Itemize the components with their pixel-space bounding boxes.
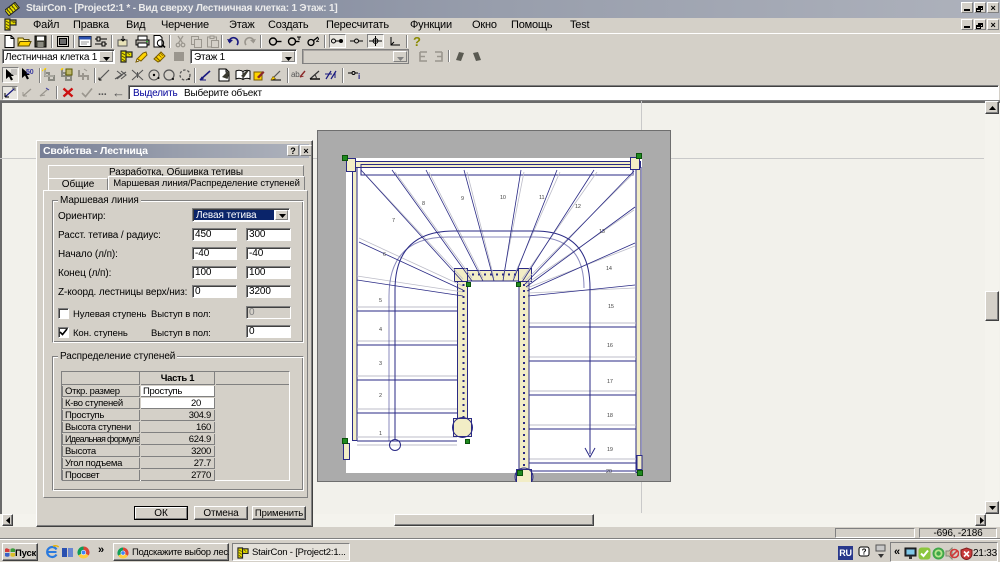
svg-text:2: 2: [379, 393, 382, 399]
svg-text:10: 10: [500, 195, 506, 201]
svg-text:18: 18: [607, 413, 613, 419]
svg-text:1: 1: [379, 431, 382, 437]
svg-text:13: 13: [599, 229, 605, 235]
svg-text:4: 4: [379, 327, 382, 333]
svg-text:5: 5: [379, 298, 382, 304]
svg-text:14: 14: [606, 266, 612, 272]
svg-text:2: 2: [316, 38, 320, 44]
svg-text:3: 3: [379, 361, 382, 367]
svg-text:19: 19: [607, 447, 613, 453]
svg-text:7: 7: [392, 218, 395, 224]
svg-text:17: 17: [607, 379, 613, 385]
svg-text:50: 50: [26, 69, 34, 76]
svg-text:16: 16: [607, 343, 613, 349]
svg-text:i: i: [358, 72, 360, 81]
svg-text:?: ?: [413, 34, 421, 48]
svg-text:20: 20: [606, 469, 612, 475]
svg-text:?: ?: [862, 548, 867, 557]
svg-text:6: 6: [383, 252, 386, 258]
svg-text:15: 15: [608, 304, 614, 310]
svg-text:9: 9: [461, 196, 464, 202]
svg-text:11: 11: [539, 195, 544, 201]
svg-text:8: 8: [422, 201, 425, 207]
svg-text:12: 12: [575, 204, 581, 210]
svg-text:ab: ab: [291, 70, 300, 79]
